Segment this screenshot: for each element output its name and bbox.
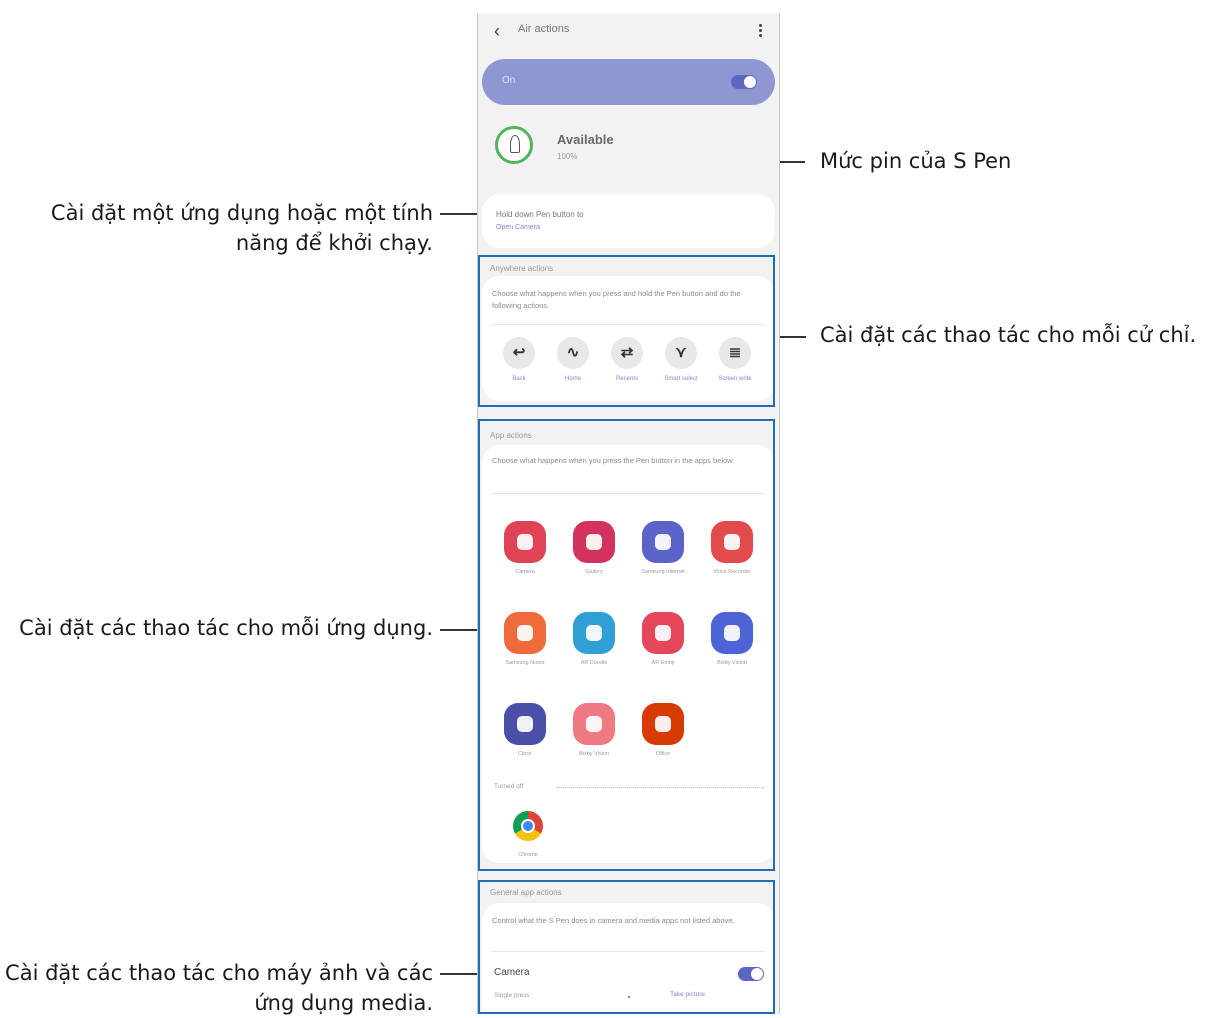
hold-button-card[interactable]: Hold down Pen button to Open Camera [482, 194, 775, 248]
master-switch-bar[interactable]: On [482, 59, 775, 105]
pen-status: Available [557, 132, 614, 147]
callout-gestures: Cài đặt các thao tác cho mỗi cử chỉ. [820, 323, 1197, 347]
battery-level: 100% [557, 152, 578, 161]
screen-title: Air actions [518, 23, 570, 35]
callout-hold-line [440, 213, 478, 215]
top-bar: ‹ Air actions [478, 13, 779, 49]
highlight-apps [478, 419, 775, 871]
master-toggle[interactable] [731, 75, 757, 89]
callout-media-line [440, 973, 478, 975]
highlight-media [478, 880, 775, 1014]
callout-battery: Mức pin của S Pen [820, 149, 1012, 173]
callout-apps: Cài đặt các thao tác cho mỗi ứng dụng. [19, 616, 433, 640]
hold-value: Open Camera [496, 224, 540, 231]
on-label: On [502, 75, 516, 86]
callout-apps-line [440, 629, 478, 631]
more-options-icon[interactable] [757, 22, 763, 40]
highlight-gestures [478, 255, 775, 407]
callout-hold: Cài đặt một ứng dụng hoặc một tính năng … [50, 201, 433, 255]
callout-gestures-line [776, 336, 806, 338]
back-icon[interactable]: ‹ [494, 21, 510, 41]
hold-title: Hold down Pen button to [496, 210, 584, 219]
callout-media: Cài đặt các thao tác cho máy ảnh và các … [5, 961, 433, 1015]
s-pen-icon [495, 126, 533, 164]
